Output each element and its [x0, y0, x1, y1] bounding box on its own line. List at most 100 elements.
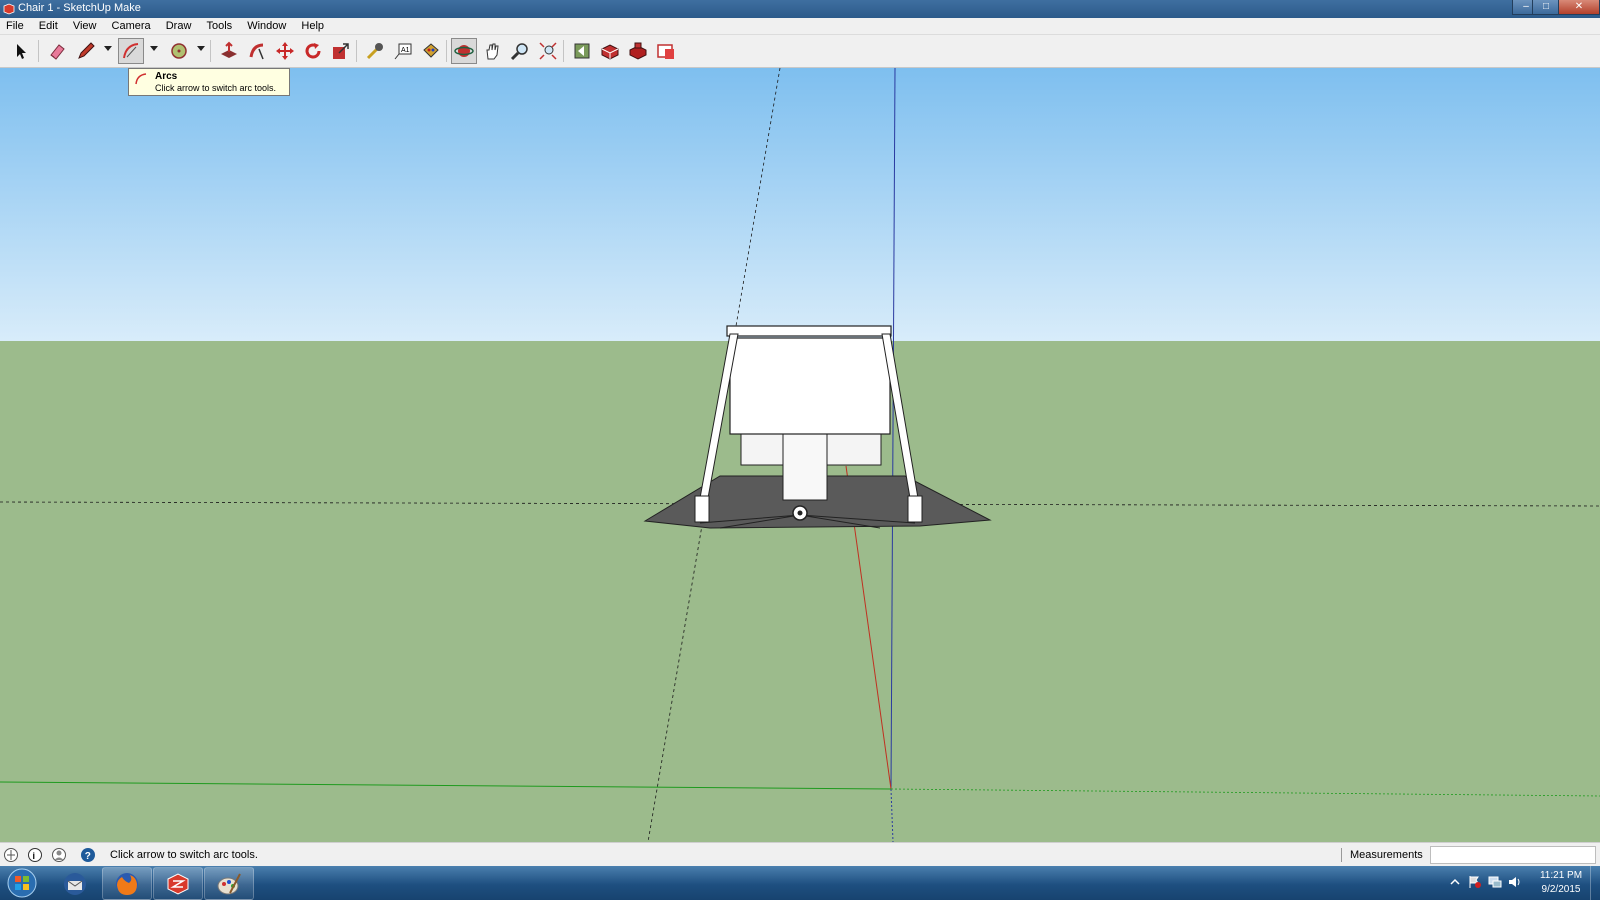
sky — [0, 68, 1600, 341]
measurements-input[interactable] — [1430, 846, 1596, 864]
paint-bucket-tool-button[interactable] — [418, 38, 444, 64]
action-center-flag-icon[interactable] — [1468, 875, 1482, 889]
toolbar-separator — [446, 40, 447, 62]
measurements-label: Measurements — [1350, 849, 1423, 861]
clock-date: 9/2/2015 — [1541, 884, 1581, 895]
credits-icon[interactable]: i — [27, 847, 43, 863]
tooltip-title: Arcs — [155, 71, 178, 82]
paint-bucket-icon — [423, 43, 439, 58]
svg-text:?: ? — [85, 851, 91, 862]
taskbar-firefox[interactable] — [102, 867, 152, 900]
geo-location-icon[interactable] — [3, 847, 19, 863]
sketchup-icon — [167, 872, 189, 895]
zoom-extents-icon — [539, 42, 557, 60]
close-button[interactable]: ✕ — [1558, 0, 1600, 15]
zoom-tool-button[interactable] — [507, 38, 533, 64]
chair-left-foot — [694, 495, 710, 523]
menu-tools[interactable]: Tools — [200, 18, 238, 34]
tooltip-description: Click arrow to switch arc tools. — [155, 83, 277, 93]
toolbar-separator — [38, 40, 39, 62]
circle-tool-button[interactable] — [166, 38, 192, 64]
main-toolbar: A1 — [0, 35, 1600, 68]
thunderbird-icon — [64, 872, 86, 895]
arc-tooltip: Arcs Click arrow to switch arc tools. — [128, 68, 290, 96]
show-desktop-button[interactable] — [1590, 866, 1600, 900]
start-orb-icon[interactable] — [4, 867, 40, 899]
eraser-icon — [50, 44, 65, 60]
chair-backrest — [729, 337, 891, 435]
user-sign-in-icon[interactable] — [51, 847, 67, 863]
arc-dropdown-arrow[interactable] — [150, 46, 158, 51]
system-clock[interactable]: 11:21 PM 9/2/2015 — [1528, 869, 1594, 897]
firefox-icon — [116, 872, 138, 895]
move-tool-button[interactable] — [272, 38, 298, 64]
toolbar-separator — [210, 40, 211, 62]
menu-file[interactable]: File — [0, 18, 30, 34]
svg-text:i: i — [33, 851, 36, 861]
model-scene[interactable] — [0, 68, 1600, 842]
maximize-button[interactable]: □ — [1532, 0, 1560, 15]
menu-draw[interactable]: Draw — [160, 18, 198, 34]
volume-icon[interactable] — [1508, 875, 1522, 889]
menu-window[interactable]: Window — [241, 18, 292, 34]
shape-dropdown-arrow[interactable] — [197, 46, 205, 51]
menu-help[interactable]: Help — [295, 18, 330, 34]
3d-warehouse-icon — [601, 44, 619, 60]
clock-time: 11:21 PM — [1539, 870, 1583, 881]
chair-caster-hub — [797, 510, 803, 516]
previous-view-icon — [574, 43, 590, 59]
maximize-icon: □ — [1542, 1, 1550, 12]
3d-warehouse-button[interactable] — [597, 38, 623, 64]
menu-edit[interactable]: Edit — [33, 18, 64, 34]
line-dropdown-arrow[interactable] — [104, 46, 112, 51]
circle-icon — [171, 43, 187, 59]
previous-view-button[interactable] — [569, 38, 595, 64]
chair-right-foot — [907, 495, 923, 523]
chair-top-bar — [726, 325, 892, 337]
rotate-tool-button[interactable] — [300, 38, 326, 64]
taskbar-thunderbird[interactable] — [50, 867, 100, 900]
orbit-tool-button[interactable] — [451, 38, 477, 64]
push-pull-tool-button[interactable] — [216, 38, 242, 64]
zoom-icon — [510, 43, 528, 61]
toolbar-separator — [356, 40, 357, 62]
menu-view[interactable]: View — [67, 18, 103, 34]
paint-icon — [217, 873, 241, 894]
title-bar: Chair 1 - SketchUp Make – □ ✕ — [0, 0, 1600, 18]
extension-warehouse-button[interactable] — [625, 38, 651, 64]
move-icon — [276, 42, 294, 60]
push-pull-icon — [221, 41, 237, 58]
zoom-extents-tool-button[interactable] — [535, 38, 561, 64]
follow-me-tool-button[interactable] — [244, 38, 270, 64]
menu-bar: File Edit View Camera Draw Tools Window … — [0, 18, 1600, 35]
orbit-icon — [454, 45, 474, 57]
scale-tool-button[interactable] — [328, 38, 354, 64]
follow-me-icon — [249, 43, 264, 60]
taskbar-paint[interactable] — [204, 867, 254, 900]
eraser-tool-button[interactable] — [44, 38, 70, 64]
menu-camera[interactable]: Camera — [106, 18, 157, 34]
minimize-icon: – — [1523, 1, 1529, 12]
close-icon: ✕ — [1574, 1, 1584, 12]
toolbar-separator — [563, 40, 564, 62]
taskbar-sketchup[interactable] — [153, 867, 203, 900]
sketchup-app-icon — [3, 3, 15, 15]
select-tool-button[interactable] — [8, 38, 34, 64]
layout-icon — [657, 44, 674, 59]
window-title: Chair 1 - SketchUp Make — [18, 2, 141, 14]
measurements-separator — [1341, 848, 1342, 862]
show-hidden-icons-icon[interactable] — [1448, 875, 1462, 889]
scale-icon — [333, 43, 349, 59]
arc-tool-button[interactable] — [118, 38, 144, 64]
help-icon[interactable]: ? — [80, 847, 96, 863]
svg-text:A1: A1 — [401, 47, 410, 54]
text-tool-button[interactable]: A1 — [390, 38, 416, 64]
network-icon[interactable] — [1488, 875, 1502, 889]
layout-button[interactable] — [653, 38, 679, 64]
line-tool-button[interactable] — [73, 38, 99, 64]
tape-measure-tool-button[interactable] — [362, 38, 388, 64]
3d-viewport[interactable] — [0, 68, 1600, 842]
rotate-icon — [305, 43, 321, 59]
status-bar: i ? Click arrow to switch arc tools. Mea… — [0, 842, 1600, 867]
pan-tool-button[interactable] — [479, 38, 505, 64]
